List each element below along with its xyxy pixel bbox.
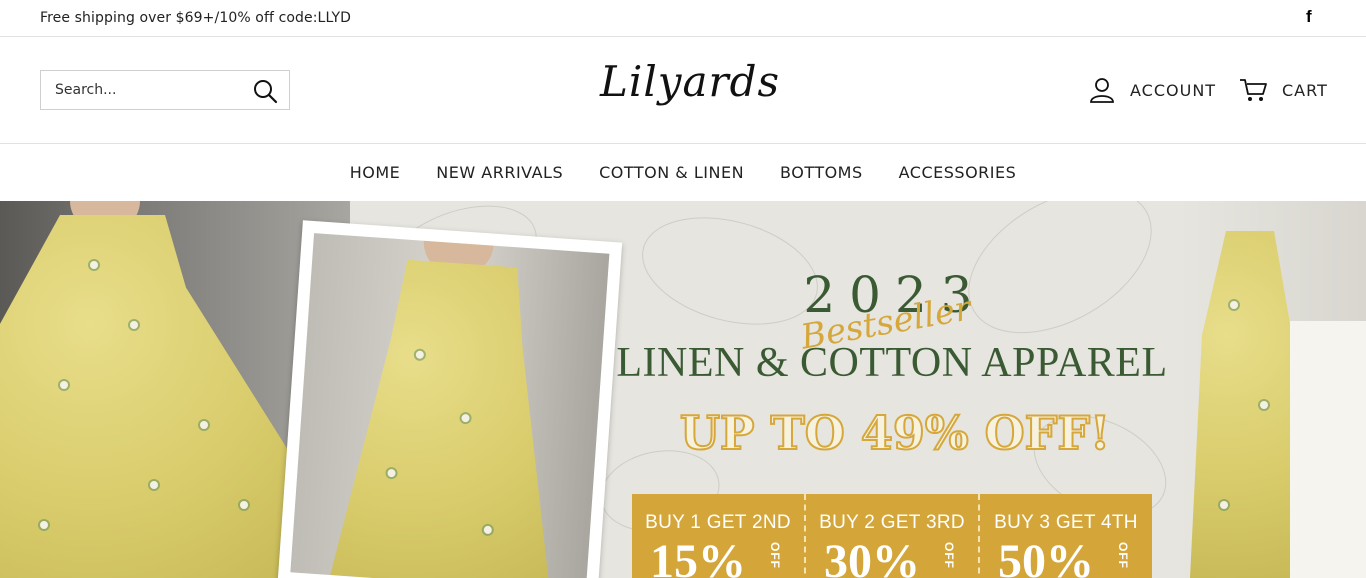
nav-item-bottoms[interactable]: BOTTOMS: [780, 163, 863, 182]
deal-off-label: OFF: [768, 542, 782, 569]
announcement-bar: Free shipping over $69+/10% off code:LLY…: [0, 0, 1366, 37]
deal-condition: BUY 2 GET 3RD: [819, 512, 965, 533]
search-input[interactable]: [41, 71, 246, 109]
model-photo-right: [1180, 201, 1366, 578]
account-label: ACCOUNT: [1130, 80, 1217, 100]
deal-percent: 50%: [998, 535, 1094, 578]
brand-logo[interactable]: Lilyards: [600, 57, 779, 117]
flower-print: [150, 481, 158, 489]
nav-item-cotton-linen[interactable]: COTTON & LINEN: [599, 163, 744, 182]
deal-item: BUY 3 GET 4TH 50% OFF: [978, 494, 1152, 578]
model-photo-polaroid: [277, 220, 623, 578]
flower-print: [1220, 501, 1228, 509]
search-box: [40, 70, 290, 110]
deal-item: BUY 2 GET 3RD 30% OFF: [804, 494, 978, 578]
deal-off-label: OFF: [942, 542, 956, 569]
deal-percent: 15%: [650, 535, 746, 578]
deal-percent: 30%: [824, 535, 920, 578]
hero-offer: UP TO 49% OFF!: [679, 405, 1111, 461]
search-icon[interactable]: [252, 78, 278, 104]
deal-condition: BUY 1 GET 2ND: [645, 512, 791, 533]
site-header: Lilyards ACCOUNT CART: [0, 37, 1366, 144]
promo-text: Free shipping over $69+/10% off code:LLY…: [40, 10, 352, 26]
hero-title: LINEN & COTTON APPAREL: [616, 340, 1168, 386]
flower-print: [60, 381, 68, 389]
flower-print: [130, 321, 138, 329]
hero-banner[interactable]: 2023 Bestseller LINEN & COTTON APPAREL U…: [0, 201, 1366, 578]
nav-item-accessories[interactable]: ACCESSORIES: [899, 163, 1017, 182]
cart-label: CART: [1282, 80, 1328, 100]
flower-print: [40, 521, 48, 529]
main-nav: HOME NEW ARRIVALS COTTON & LINEN BOTTOMS…: [0, 144, 1366, 201]
user-icon: [1090, 78, 1114, 103]
deal-item: BUY 1 GET 2ND 15% OFF: [632, 494, 804, 578]
white-skirt: [1290, 321, 1366, 578]
deals-strip[interactable]: BUY 1 GET 2ND 15% OFF BUY 2 GET 3RD 30% …: [632, 494, 1152, 578]
nav-item-home[interactable]: HOME: [350, 163, 401, 182]
cart-icon: [1240, 79, 1267, 101]
flower-print: [90, 261, 98, 269]
flower-print: [1260, 401, 1268, 409]
flower-print: [240, 501, 248, 509]
cart-link[interactable]: CART: [1238, 75, 1328, 105]
polaroid-image: [290, 233, 610, 578]
deal-condition: BUY 3 GET 4TH: [994, 512, 1138, 533]
nav-item-new-arrivals[interactable]: NEW ARRIVALS: [436, 163, 563, 182]
account-link[interactable]: ACCOUNT: [1088, 75, 1216, 105]
deal-off-label: OFF: [1116, 542, 1130, 569]
flower-print: [1230, 301, 1238, 309]
flower-print: [200, 421, 208, 429]
facebook-icon[interactable]: f: [1306, 7, 1312, 27]
dress-image: [330, 256, 572, 578]
